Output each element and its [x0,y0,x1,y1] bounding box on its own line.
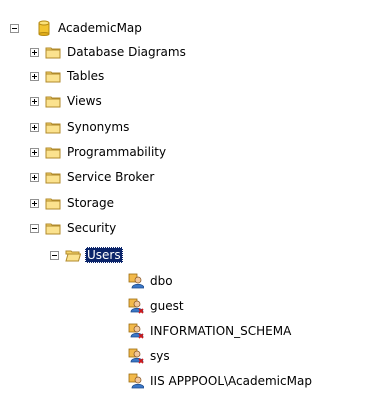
expand-toggle[interactable] [30,96,39,106]
tree-node-label: Synonyms [67,120,130,134]
tree-node-label: AcademicMap [58,21,142,35]
folder-icon [45,96,61,108]
tree-node-label: guest [150,299,184,313]
tree-node-programmability[interactable]: Programmability [30,142,168,162]
tree-node-label: Storage [67,196,114,210]
expand-toggle[interactable] [30,47,39,57]
user-disabled-icon [128,348,144,364]
tree-node-security[interactable]: Security [30,218,118,238]
tree-node-user-iis-apppool[interactable]: IIS APPPOOL\AcademicMap [128,371,314,391]
expand-toggle[interactable] [30,198,39,208]
tree-node-user-sys[interactable]: sys [128,346,172,366]
database-icon [38,20,50,36]
folder-icon [45,198,61,210]
tree-node-user-information-schema[interactable]: INFORMATION_SCHEMA [128,321,293,341]
tree-node-label: Security [67,221,117,235]
tree-node-academicmap[interactable]: AcademicMap [10,18,144,38]
tree-node-label: Tables [67,69,105,83]
collapse-toggle[interactable] [30,223,39,233]
tree-node-views[interactable]: Views [30,91,104,111]
user-icon [128,373,144,389]
tree-node-synonyms[interactable]: Synonyms [30,117,131,137]
tree-node-users[interactable]: Users [50,245,123,265]
folder-icon [45,71,61,83]
tree-node-label: Database Diagrams [67,45,186,59]
expand-toggle[interactable] [30,71,39,81]
tree-node-database-diagrams[interactable]: Database Diagrams [30,42,188,62]
tree-node-label: sys [150,349,170,363]
tree-node-service-broker[interactable]: Service Broker [30,167,156,187]
tree-node-label: dbo [150,274,173,288]
folder-icon [45,172,61,184]
tree-node-label: Service Broker [67,170,155,184]
folder-open-icon [65,250,81,262]
tree-node-label: Programmability [67,145,167,159]
tree-node-tables[interactable]: Tables [30,66,106,86]
object-explorer-tree: AcademicMap Database Diagrams Tables Vie… [0,0,374,396]
expand-toggle[interactable] [30,122,39,132]
tree-node-storage[interactable]: Storage [30,193,116,213]
tree-node-user-dbo[interactable]: dbo [128,271,175,291]
tree-node-label: Users [85,247,123,263]
user-disabled-icon [128,323,144,339]
collapse-toggle[interactable] [50,250,59,260]
tree-node-user-guest[interactable]: guest [128,296,186,316]
user-icon [128,273,144,289]
expand-toggle[interactable] [30,172,39,182]
tree-node-label: IIS APPPOOL\AcademicMap [150,374,312,388]
folder-icon [45,47,61,59]
tree-node-label: INFORMATION_SCHEMA [150,324,292,338]
tree-node-label: Views [67,94,102,108]
collapse-toggle[interactable] [10,23,19,33]
folder-icon [45,122,61,134]
expand-toggle[interactable] [30,147,39,157]
folder-icon [45,223,61,235]
folder-icon [45,147,61,159]
user-disabled-icon [128,298,144,314]
